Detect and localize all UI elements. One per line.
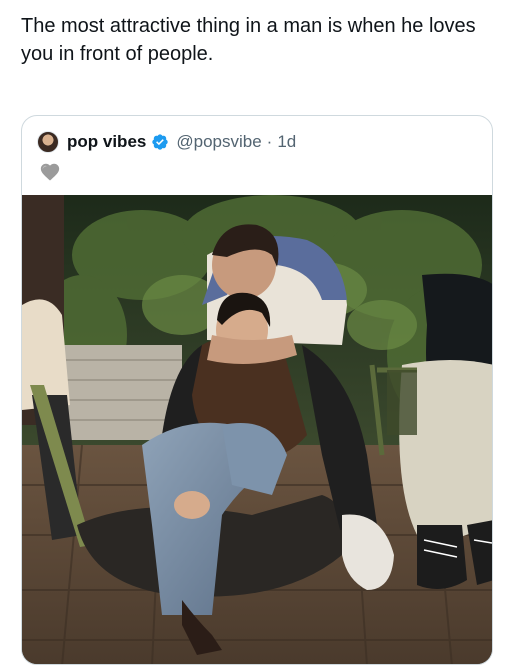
author-avatar[interactable] — [37, 131, 59, 153]
quoted-post-header: pop vibes @popsvibe · 1d — [37, 130, 477, 154]
post-timestamp[interactable]: 1d — [277, 132, 296, 152]
author-handle[interactable]: @popsvibe — [176, 132, 261, 152]
grey-heart-icon — [40, 163, 60, 181]
separator-dot: · — [266, 132, 273, 151]
author-display-name[interactable]: pop vibes — [67, 132, 146, 152]
quoted-post-card[interactable]: pop vibes @popsvibe · 1d — [21, 115, 493, 665]
verified-badge-icon — [152, 134, 169, 150]
photo-image — [22, 195, 492, 664]
quoted-post-photo[interactable] — [22, 195, 492, 664]
post-text: The most attractive thing in a man is wh… — [21, 15, 476, 65]
